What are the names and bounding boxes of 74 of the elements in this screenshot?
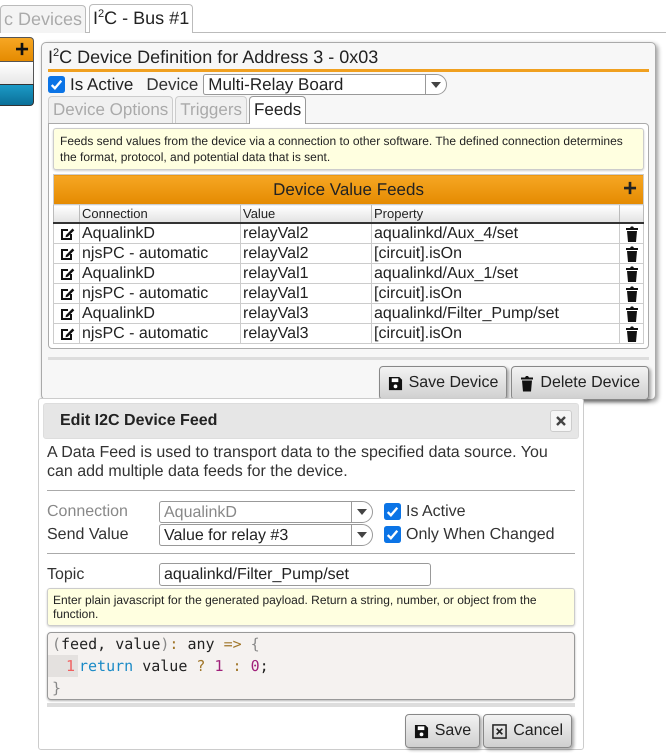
- trash-icon[interactable]: [624, 266, 638, 282]
- list-item[interactable]: [0, 84, 34, 106]
- edit-icon[interactable]: [58, 326, 74, 342]
- table-cell: relayVal1: [240, 264, 372, 284]
- code-line: (feed, value): any => {: [51, 634, 260, 655]
- topic-field[interactable]: aqualinkd/Filter_Pump/set: [159, 563, 431, 586]
- edit-icon[interactable]: [58, 246, 74, 262]
- column-header: Property: [372, 204, 620, 223]
- field-label: Send Value: [47, 526, 130, 544]
- info-note: Enter plain javascript for the generated payload. Return a string, number, or object from the function.: [47, 588, 575, 626]
- cancel-button[interactable]: Cancel: [483, 714, 572, 748]
- select-field[interactable]: Value for relay #3: [159, 524, 373, 546]
- edit-icon[interactable]: [58, 286, 74, 302]
- info-note: Feeds send values from the device via a connection to other software. The defined connection determines the format, protocol, and potential data that is sent.: [53, 128, 644, 170]
- close-icon: [556, 416, 566, 426]
- code-editor[interactable]: (feed, value): any => { 1 return value ? 1 : 0; }: [47, 632, 575, 700]
- save-button[interactable]: Save Device: [378, 366, 508, 400]
- close-button[interactable]: [550, 410, 572, 432]
- caret-icon: [357, 508, 367, 514]
- table-cell: relayVal2: [240, 244, 372, 264]
- code-line: }: [51, 678, 62, 699]
- field-label: Connection: [47, 502, 129, 520]
- caret-icon: [357, 532, 367, 538]
- trash-icon[interactable]: [624, 226, 638, 242]
- checkbox-label: Is Active: [70, 74, 134, 94]
- save-icon: [414, 724, 429, 738]
- cancel-icon: [492, 724, 508, 738]
- table-cell: njsPC - automatic: [80, 324, 240, 344]
- table-cell: njsPC - automatic: [80, 244, 240, 264]
- tab[interactable]: Feeds: [249, 96, 306, 124]
- table-title: Device Value Feeds +: [54, 174, 644, 204]
- save-icon: [388, 376, 403, 390]
- trash-icon: [520, 374, 534, 392]
- trash-icon[interactable]: [624, 246, 638, 262]
- checkbox-label: Only When Changed: [406, 526, 555, 544]
- device-select[interactable]: Multi-Relay Board: [203, 74, 448, 95]
- edit-icon[interactable]: [58, 226, 74, 242]
- caret-icon: [431, 82, 442, 88]
- save-button[interactable]: Save: [404, 714, 480, 748]
- dialog-description: A Data Feed is used to transport data to the specified data source. You can add multiple data feeds for the device.: [47, 443, 575, 491]
- checkbox[interactable]: [384, 526, 401, 543]
- table-cell: AqualinkD: [80, 223, 240, 244]
- column-header: Value: [240, 204, 372, 223]
- trash-icon[interactable]: [624, 326, 638, 342]
- checkbox-label: Is Active: [406, 502, 466, 520]
- code-line: return value ? 1 : 0;: [78, 656, 269, 677]
- table-cell: [circuit].isOn: [372, 244, 620, 264]
- dialog-title: Edit I2C Device Feed: [60, 412, 218, 430]
- table-cell: aqualinkd/Filter_Pump/set: [372, 304, 620, 324]
- table-cell: AqualinkD: [80, 264, 240, 284]
- field-label: Device: [146, 74, 198, 94]
- list-item[interactable]: [0, 62, 34, 84]
- checkbox[interactable]: [48, 76, 65, 93]
- delete-button[interactable]: Delete Device: [511, 366, 649, 400]
- table-cell: aqualinkd/Aux_4/set: [372, 223, 620, 244]
- field-label: Topic: [47, 566, 86, 584]
- add-button[interactable]: +: [622, 175, 637, 203]
- edit-icon[interactable]: [58, 266, 74, 282]
- add-button[interactable]: +: [14, 36, 29, 64]
- trash-icon[interactable]: [624, 306, 638, 322]
- trash-icon[interactable]: [624, 286, 638, 302]
- table-cell: relayVal3: [240, 324, 372, 344]
- table-cell: relayVal1: [240, 284, 372, 304]
- table-cell: relayVal2: [240, 223, 372, 244]
- table-cell: aqualinkd/Aux_1/set: [372, 264, 620, 284]
- table-cell: njsPC - automatic: [80, 284, 240, 304]
- column-header: Connection: [80, 204, 240, 223]
- table-cell: [circuit].isOn: [372, 284, 620, 304]
- table-cell: [circuit].isOn: [372, 324, 620, 344]
- table-cell: AqualinkD: [80, 304, 240, 324]
- edit-icon[interactable]: [58, 306, 74, 322]
- line-number: 1: [48, 655, 78, 677]
- table-cell: relayVal3: [240, 304, 372, 324]
- tab[interactable]: I$^{2}$C - Bus #1: [89, 4, 194, 33]
